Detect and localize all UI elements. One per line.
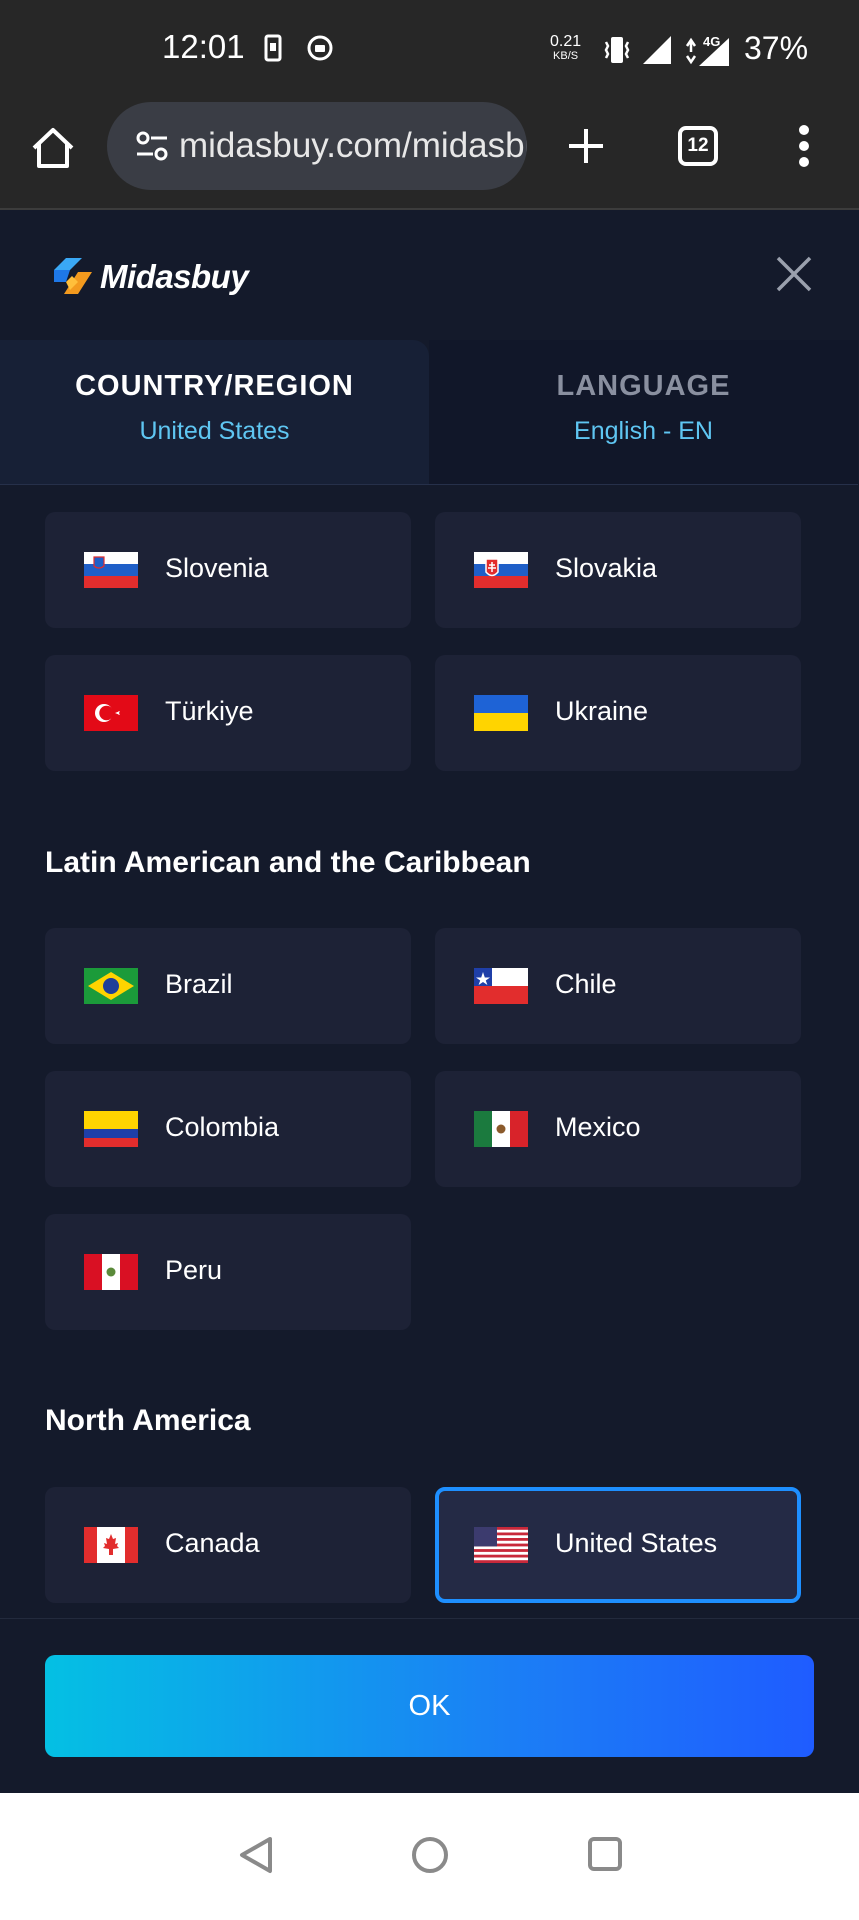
tab-language-title: LANGUAGE	[556, 370, 731, 402]
tab-language[interactable]: LANGUAGE English - EN	[429, 340, 858, 485]
status-bar: 12:01 0.21 KB/S 4G 37%	[0, 0, 859, 100]
system-nav-bar	[0, 1793, 859, 1920]
country-option-brazil[interactable]: Brazil	[45, 928, 411, 1044]
country-label: Ukraine	[555, 696, 649, 726]
logo-text: Midasbuy	[100, 258, 249, 295]
country-label: Canada	[165, 1528, 260, 1558]
tab-country-title: COUNTRY/REGION	[75, 370, 354, 402]
vibrate-icon	[604, 37, 630, 63]
canada-flag-icon	[84, 1527, 138, 1563]
country-label: Türkiye	[165, 696, 254, 726]
region-title: North America	[45, 1404, 251, 1437]
country-label: Slovakia	[555, 553, 658, 583]
turkiye-flag-icon	[84, 695, 138, 731]
region-title: Latin American and the Caribbean	[45, 846, 531, 879]
slovenia-flag-icon	[84, 552, 138, 588]
address-bar[interactable]: midasbuy.com/midasbuy	[107, 102, 527, 190]
ok-button[interactable]: OK	[45, 1655, 814, 1757]
country-label: Colombia	[165, 1112, 280, 1142]
close-icon[interactable]	[772, 252, 816, 296]
recents-nav-icon[interactable]	[586, 1835, 624, 1873]
mexico-flag-icon	[474, 1111, 528, 1147]
status-time: 12:01	[162, 28, 245, 65]
signal-icon	[643, 36, 671, 64]
chile-flag-icon	[474, 968, 528, 1004]
home-icon[interactable]	[30, 126, 76, 170]
battery-percent: 37%	[744, 30, 809, 66]
country-option-united-states[interactable]: United States	[435, 1487, 801, 1603]
country-option-slovakia[interactable]: Slovakia	[435, 512, 801, 628]
tab-language-value: English - EN	[574, 417, 713, 445]
more-menu-icon[interactable]	[794, 124, 814, 168]
country-option-canada[interactable]: Canada	[45, 1487, 411, 1603]
colombia-flag-icon	[84, 1111, 138, 1147]
country-label: United States	[555, 1528, 718, 1558]
phone-icon	[264, 34, 282, 62]
mobile-data-signal-icon: 4G	[685, 34, 729, 66]
country-label: Slovenia	[165, 553, 269, 583]
country-label: Peru	[165, 1255, 223, 1285]
net-speed-value: 0.21	[550, 33, 582, 50]
country-label: Mexico	[555, 1112, 641, 1142]
tabs-icon[interactable]: 12	[678, 126, 718, 166]
country-option-mexico[interactable]: Mexico	[435, 1071, 801, 1187]
back-nav-icon[interactable]	[238, 1835, 274, 1875]
home-nav-icon[interactable]	[410, 1835, 450, 1875]
country-option-chile[interactable]: Chile	[435, 928, 801, 1044]
country-label: Brazil	[165, 969, 233, 999]
vpn-icon	[307, 35, 333, 61]
tab-country-region[interactable]: COUNTRY/REGION United States	[0, 340, 429, 485]
country-option-colombia[interactable]: Colombia	[45, 1071, 411, 1187]
new-tab-icon[interactable]	[566, 126, 606, 166]
midasbuy-logo-icon	[54, 258, 92, 294]
url-text: midasbuy.com/midasbuy	[179, 126, 527, 165]
net-speed: 0.21 KB/S	[550, 34, 581, 64]
brazil-flag-icon	[84, 968, 138, 1004]
slovakia-flag-icon	[474, 552, 528, 588]
site-settings-icon[interactable]	[135, 130, 169, 162]
peru-flag-icon	[84, 1254, 138, 1290]
united-states-flag-icon	[474, 1527, 528, 1563]
country-option-turkiye[interactable]: Türkiye	[45, 655, 411, 771]
country-option-slovenia[interactable]: Slovenia	[45, 512, 411, 628]
net-speed-unit: KB/S	[553, 50, 579, 62]
ukraine-flag-icon	[474, 695, 528, 731]
browser-toolbar: midasbuy.com/midasbuy 12	[0, 100, 859, 210]
tab-country-value: United States	[139, 417, 290, 445]
midasbuy-logo: Midasbuy	[52, 254, 249, 300]
country-option-ukraine[interactable]: Ukraine	[435, 655, 801, 771]
country-label: Chile	[555, 969, 617, 999]
country-option-peru[interactable]: Peru	[45, 1214, 411, 1330]
network-type: 4G	[703, 34, 720, 49]
